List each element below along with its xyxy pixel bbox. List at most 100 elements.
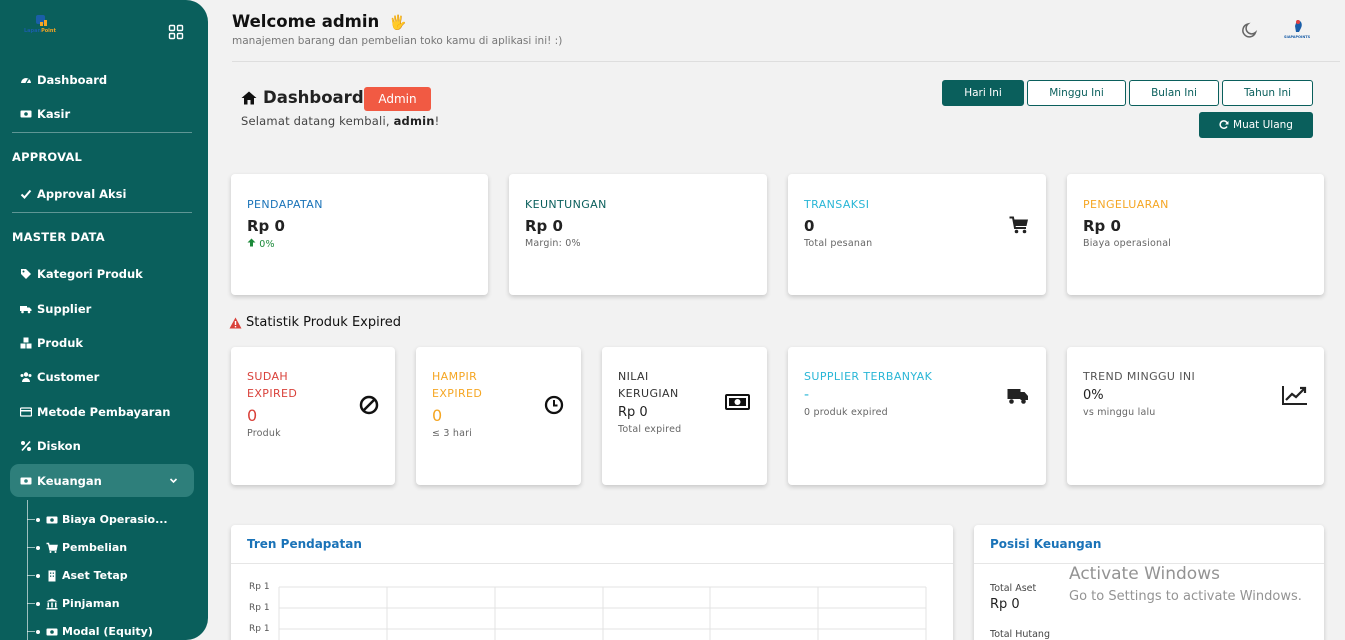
sidebar-item-metode-pembayaran[interactable]: Metode Pembayaran	[20, 405, 170, 419]
money-bill-icon	[725, 394, 750, 410]
tree-connector	[27, 575, 35, 576]
y-tick-label: Rp 1	[249, 582, 270, 592]
role-badge: Admin	[364, 87, 431, 111]
wave-icon: 🖐	[389, 15, 407, 31]
sidebar-subitem-pinjaman[interactable]: Pinjaman	[27, 597, 120, 610]
panel-title: Posisi Keuangan	[990, 537, 1102, 551]
sidebar-item-kasir[interactable]: Kasir	[20, 107, 70, 121]
sidebar-item-supplier[interactable]: Supplier	[20, 302, 91, 316]
stat-note: Total expired	[618, 424, 682, 435]
stat-label: HAMPIR EXPIRED	[432, 370, 483, 400]
stat-value: Rp 0	[1083, 217, 1121, 235]
dashboard-icon	[20, 74, 32, 86]
sidebar-item-label: Kasir	[37, 107, 71, 121]
home-icon	[241, 91, 257, 104]
stat-value: 0	[432, 406, 443, 425]
expired-card-hampir: HAMPIR EXPIRED 0 ≤ 3 hari	[416, 347, 581, 485]
cart-icon	[46, 542, 58, 554]
expired-card-supplier: SUPPLIER TERBANYAK - 0 produk expired	[788, 347, 1046, 485]
cubes-icon	[20, 337, 32, 349]
bank-icon	[46, 598, 58, 610]
sidebar-item-kategori-produk[interactable]: Kategori Produk	[20, 267, 143, 281]
aset-value: Rp 0	[990, 597, 1020, 612]
sidebar-item-label: Kategori Produk	[37, 267, 143, 281]
sidebar-item-label: Dashboard	[37, 73, 108, 87]
tree-connector	[27, 631, 35, 632]
stat-value: 0%	[1083, 388, 1104, 403]
sidebar-item-dashboard[interactable]: Dashboard	[20, 73, 107, 87]
avatar-text: SIAPAPOINTS	[1284, 35, 1311, 39]
divider	[12, 132, 192, 133]
stat-value: 0	[804, 217, 815, 235]
sidebar-item-label: Supplier	[37, 302, 92, 316]
arrow-up-icon	[247, 238, 256, 247]
sidebar-item-label: Customer	[37, 370, 100, 384]
sidebar-subitem-label: Biaya Operasio...	[62, 513, 168, 526]
refresh-icon	[1219, 120, 1229, 129]
users-icon	[20, 371, 32, 383]
stat-label: KEUNTUNGAN	[525, 198, 607, 211]
period-month-button[interactable]: Bulan Ini	[1129, 80, 1219, 106]
chevron-down-icon	[169, 478, 178, 484]
grid-icon[interactable]	[168, 24, 184, 40]
sidebar-subitem-label: Aset Tetap	[62, 569, 128, 582]
section-master-data: MASTER DATA	[12, 230, 105, 244]
sidebar-item-diskon[interactable]: Diskon	[20, 439, 81, 453]
stat-value: Rp 0	[247, 217, 285, 235]
tree-connector	[27, 547, 35, 548]
percent-icon	[20, 440, 32, 452]
y-tick-label: Rp 1	[249, 624, 270, 634]
chart-line-icon	[1282, 386, 1307, 405]
period-year-button[interactable]: Tahun Ini	[1222, 80, 1313, 106]
sidebar-subitem-label: Modal (Equity)	[62, 625, 153, 638]
tren-pendapatan-panel: Tren Pendapatan Rp 1 Rp 1 Rp 1	[231, 525, 953, 640]
sidebar-item-produk[interactable]: Produk	[20, 336, 83, 350]
ban-icon	[359, 395, 379, 415]
reload-button[interactable]: Muat Ulang	[1199, 112, 1313, 138]
period-today-button[interactable]: Hari Ini	[942, 80, 1024, 106]
sidebar-subitem-modal-equity[interactable]: Modal (Equity)	[27, 625, 153, 638]
page-greeting: Welcome admin 🖐	[232, 12, 407, 31]
expired-card-sudah: SUDAH EXPIRED 0 Produk	[231, 347, 395, 485]
logo-icon	[36, 15, 47, 26]
stat-card-keuntungan: KEUNTUNGAN Rp 0 Margin: 0%	[509, 174, 767, 295]
revenue-chart	[278, 586, 927, 640]
stat-label: SUPPLIER TERBANYAK	[804, 370, 933, 383]
header-divider	[232, 61, 1340, 62]
sidebar-subitem-biaya-operasional[interactable]: Biaya Operasio...	[27, 513, 168, 526]
sidebar-subitem-aset-tetap[interactable]: Aset Tetap	[27, 569, 128, 582]
truck-icon	[1007, 389, 1028, 404]
sidebar-subitem-pembelian[interactable]: Pembelian	[27, 541, 127, 554]
avatar[interactable]: SIAPAPOINTS	[1284, 18, 1314, 42]
logo-text: LapanPoint	[24, 28, 56, 34]
moon-icon[interactable]	[1241, 21, 1259, 39]
stat-card-transaksi: TRANSAKSI 0 Total pesanan	[788, 174, 1046, 295]
bullet-dot	[36, 629, 40, 634]
sidebar-item-label: Diskon	[37, 439, 81, 453]
sidebar-item-approval-aksi[interactable]: Approval Aksi	[20, 187, 126, 201]
cart-icon	[1009, 216, 1028, 234]
sidebar-item-label: Metode Pembayaran	[37, 405, 171, 419]
sidebar-item-label: Keuangan	[37, 474, 102, 488]
bullet-dot	[36, 573, 40, 578]
activate-windows-title: Activate Windows	[1069, 564, 1220, 584]
aset-label: Total Aset	[990, 583, 1037, 594]
stat-note: Produk	[247, 428, 281, 439]
stat-label: NILAI KERUGIAN	[618, 370, 679, 400]
sidebar-item-customer[interactable]: Customer	[20, 370, 99, 384]
sidebar-item-label: Produk	[37, 336, 84, 350]
stat-note: 0 produk expired	[804, 407, 888, 418]
money-icon	[46, 626, 58, 638]
stat-note: 0%	[247, 238, 275, 250]
page-title: Dashboard	[241, 88, 364, 107]
panel-title: Tren Pendapatan	[247, 537, 362, 551]
sidebar-subitem-label: Pinjaman	[62, 597, 120, 610]
period-week-button[interactable]: Minggu Ini	[1027, 80, 1126, 106]
expired-section-title: Statistik Produk Expired	[229, 315, 401, 330]
stat-note: Biaya operasional	[1083, 238, 1172, 249]
sidebar-item-keuangan[interactable]: Keuangan	[10, 464, 194, 497]
sidebar-item-label: Approval Aksi	[37, 187, 127, 201]
stat-note: vs minggu lalu	[1083, 407, 1156, 418]
clock-icon	[544, 395, 564, 415]
stat-note: Margin: 0%	[525, 238, 581, 249]
